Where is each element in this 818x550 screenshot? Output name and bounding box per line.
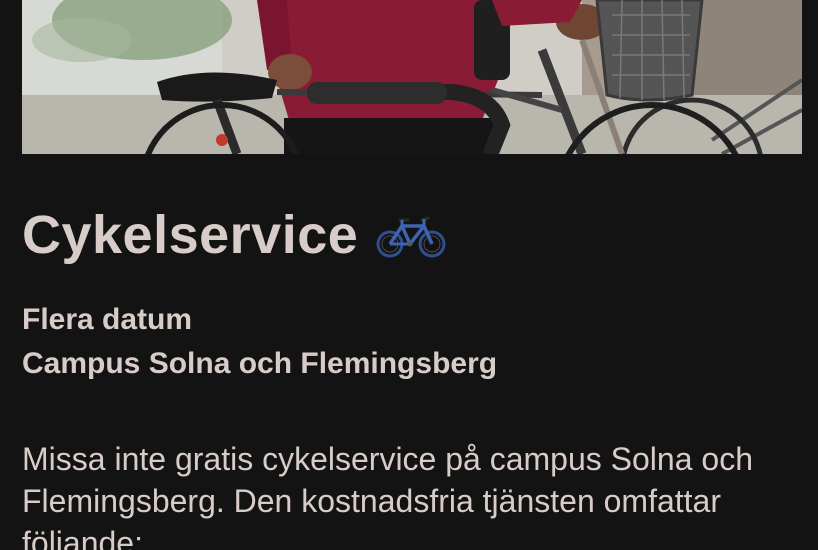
event-meta: Flera datum Campus Solna och Flemingsber… xyxy=(22,298,497,386)
bicycle-photo xyxy=(22,0,802,154)
page-title: Cykelservice xyxy=(22,205,359,265)
bicycle-icon xyxy=(376,212,446,258)
event-card: Cykelservice Flera datum Campus Solna oc… xyxy=(0,0,818,550)
event-location: Campus Solna och Flemingsberg xyxy=(22,347,498,380)
event-description: Missa inte gratis cykelservice på campus… xyxy=(22,441,753,550)
event-date: Flera datum xyxy=(22,303,193,336)
title-row: Cykelservice xyxy=(22,200,446,270)
hero-image xyxy=(22,0,802,154)
